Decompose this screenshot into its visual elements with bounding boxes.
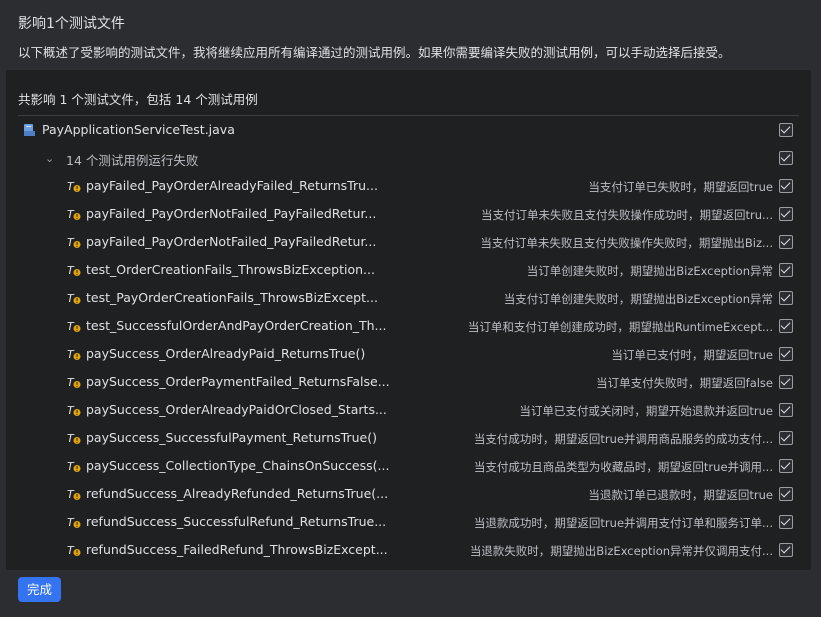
test-description: 当订单创建失败时，期望抛出BizException异常 [526,264,773,278]
file-row[interactable]: PayApplicationServiceTest.java [6,116,811,144]
test-warning-icon: T [67,432,81,445]
test-row[interactable]: Ttest_SuccessfulOrderAndPayOrderCreation… [6,312,811,340]
test-name: paySuccess_OrderAlreadyPaidOrClosed_Star… [86,402,387,417]
svg-text:T: T [67,208,75,221]
test-description: 当支付成功且商品类型为收藏品时，期望返回true并调用... [473,460,773,474]
svg-text:T: T [67,264,75,277]
test-row[interactable]: TpayFailed_PayOrderNotFailed_PayFailedRe… [6,200,811,228]
test-checkbox[interactable] [779,207,793,221]
test-warning-icon: T [67,544,81,557]
test-description: 当订单已支付时，期望返回true [611,348,773,362]
java-test-file-icon [24,124,35,136]
affected-tests-panel: 共影响 1 个测试文件，包括 14 个测试用例 PayApplicationSe… [6,70,811,570]
test-name: test_SuccessfulOrderAndPayOrderCreation_… [86,318,387,333]
file-checkbox[interactable] [779,123,793,137]
test-warning-icon: T [67,348,81,361]
test-row[interactable]: TpaySuccess_SuccessfulPayment_ReturnsTru… [6,424,811,452]
test-warning-icon: T [67,460,81,473]
test-name: paySuccess_OrderAlreadyPaid_ReturnsTrue(… [86,346,366,361]
test-checkbox[interactable] [779,319,793,333]
svg-text:T: T [67,320,75,333]
test-warning-icon: T [67,376,81,389]
test-name: refundSuccess_AlreadyRefunded_ReturnsTru… [86,486,389,501]
svg-text:T: T [67,348,75,361]
done-button[interactable]: 完成 [18,577,61,602]
test-warning-icon: T [67,208,81,221]
test-description: 当支付订单已失败时，期望返回true [588,180,773,194]
test-name: payFailed_PayOrderNotFailed_PayFailedRet… [86,234,377,249]
test-name: refundSuccess_FailedRefund_ThrowsBizExce… [86,542,388,557]
test-warning-icon: T [67,516,81,529]
test-description: 当支付订单创建失败时，期望抛出BizException异常 [503,292,773,306]
test-row[interactable]: TpayFailed_PayOrderNotFailed_PayFailedRe… [6,228,811,256]
test-checkbox[interactable] [779,543,793,557]
test-warning-icon: T [67,236,81,249]
test-checkbox[interactable] [779,403,793,417]
test-warning-icon: T [67,320,81,333]
test-description: 当订单已支付或关闭时，期望开始退款并返回true [519,404,773,418]
test-checkbox[interactable] [779,459,793,473]
test-checkbox[interactable] [779,291,793,305]
dialog-description: 以下概述了受影响的测试文件，我将继续应用所有编译通过的测试用例。如果你需要编译失… [18,45,731,60]
test-name: refundSuccess_SuccessfulRefund_ReturnsTr… [86,514,387,529]
test-name: test_PayOrderCreationFails_ThrowsBizExce… [86,290,378,305]
group-checkbox[interactable] [779,151,793,165]
test-checkbox[interactable] [779,375,793,389]
dialog-title: 影响1个测试文件 [18,16,125,32]
chevron-down-icon[interactable]: ⌄ [45,152,54,165]
svg-text:T: T [67,404,75,417]
svg-text:T: T [67,292,75,305]
test-name: paySuccess_SuccessfulPayment_ReturnsTrue… [86,430,377,445]
test-checkbox[interactable] [779,515,793,529]
test-row[interactable]: TpaySuccess_CollectionType_ChainsOnSucce… [6,452,811,480]
test-checkbox[interactable] [779,179,793,193]
test-description: 当支付订单未失败且支付失败操作失败时，期望抛出Biz... [480,236,773,250]
dialog-header: 影响1个测试文件 以下概述了受影响的测试文件，我将继续应用所有编译通过的测试用例… [0,0,821,70]
test-row[interactable]: TpaySuccess_OrderAlreadyPaidOrClosed_Sta… [6,396,811,424]
test-row[interactable]: TpaySuccess_OrderAlreadyPaid_ReturnsTrue… [6,340,811,368]
test-warning-icon: T [67,180,81,193]
file-name: PayApplicationServiceTest.java [42,122,235,137]
group-label: 14 个测试用例运行失败 [66,153,199,168]
test-name: paySuccess_OrderPaymentFailed_ReturnsFal… [86,374,390,389]
test-row[interactable]: TrefundSuccess_FailedRefund_ThrowsBizExc… [6,536,811,564]
test-row[interactable]: TrefundSuccess_SuccessfulRefund_ReturnsT… [6,508,811,536]
test-name: payFailed_PayOrderAlreadyFailed_ReturnsT… [86,178,378,193]
test-description: 当订单和支付订单创建成功时，期望抛出RuntimeExcept... [467,320,773,334]
test-name: payFailed_PayOrderNotFailed_PayFailedRet… [86,206,377,221]
summary-text: 共影响 1 个测试文件，包括 14 个测试用例 [18,92,258,107]
svg-text:T: T [67,488,75,501]
test-row[interactable]: TpaySuccess_OrderPaymentFailed_ReturnsFa… [6,368,811,396]
test-name: paySuccess_CollectionType_ChainsOnSucces… [86,458,390,473]
svg-text:T: T [67,432,75,445]
test-row[interactable]: TrefundSuccess_AlreadyRefunded_ReturnsTr… [6,480,811,508]
svg-text:T: T [67,236,75,249]
test-description: 当退款订单已退款时，期望返回true [588,488,773,502]
test-checkbox[interactable] [779,431,793,445]
test-description: 当支付订单未失败且支付失败操作成功时，期望返回tru... [481,208,773,222]
test-checkbox[interactable] [779,235,793,249]
test-description: 当退款失败时，期望抛出BizException异常并仅调用支付... [469,544,773,558]
group-row[interactable]: ⌄ 14 个测试用例运行失败 [6,144,811,172]
test-description: 当支付成功时，期望返回true并调用商品服务的成功支付... [473,432,773,446]
test-row[interactable]: TpayFailed_PayOrderAlreadyFailed_Returns… [6,172,811,200]
test-warning-icon: T [67,292,81,305]
test-name: test_OrderCreationFails_ThrowsBizExcepti… [86,262,375,277]
test-warning-icon: T [67,264,81,277]
test-description: 当退款成功时，期望返回true并调用支付订单和服务订单... [473,516,773,530]
test-warning-icon: T [67,488,81,501]
test-checkbox[interactable] [779,487,793,501]
svg-text:T: T [67,460,75,473]
test-checkbox[interactable] [779,347,793,361]
test-row[interactable]: Ttest_OrderCreationFails_ThrowsBizExcept… [6,256,811,284]
svg-text:T: T [67,180,75,193]
test-warning-icon: T [67,404,81,417]
svg-text:T: T [67,376,75,389]
svg-text:T: T [67,516,75,529]
svg-text:T: T [67,544,75,557]
test-checkbox[interactable] [779,263,793,277]
test-description: 当订单支付失败时，期望返回false [596,376,773,390]
test-row[interactable]: Ttest_PayOrderCreationFails_ThrowsBizExc… [6,284,811,312]
